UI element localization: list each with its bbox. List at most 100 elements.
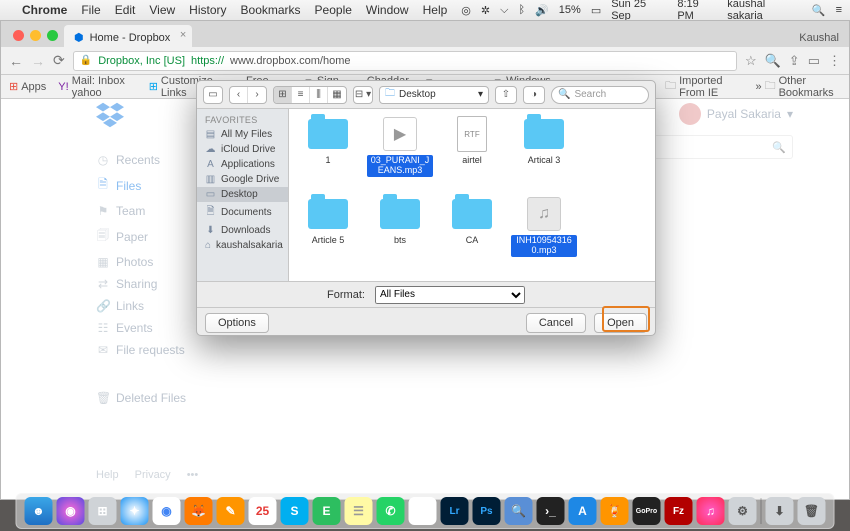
dock-evernote[interactable]: E [313, 497, 341, 525]
battery-icon[interactable]: ▭ [591, 4, 601, 17]
menubar-app[interactable]: Chrome [22, 3, 67, 17]
dock-photos[interactable]: ✿ [409, 497, 437, 525]
star-icon[interactable]: ☆ [745, 53, 757, 69]
back-button[interactable]: ← [9, 53, 23, 69]
apps-shortcut[interactable]: ⊞ Apps [9, 80, 46, 93]
reload-button[interactable]: ⟳ [53, 52, 65, 69]
favorite-google-drive[interactable]: ▥Google Drive [197, 172, 288, 187]
dock-launchpad[interactable]: ⊞ [89, 497, 117, 525]
favorite-desktop[interactable]: ▭Desktop [197, 187, 288, 202]
nav-back-forward[interactable]: ‹› [229, 86, 267, 104]
file-item[interactable]: ▶03_PURANI_JEANS.mp3 [365, 115, 435, 193]
chrome-profile[interactable]: Kaushal [789, 29, 849, 47]
status-icon[interactable]: ◎ [461, 4, 471, 17]
bookmarks-overflow[interactable]: » 🗀 Other Bookmarks [755, 75, 841, 99]
chrome-toolbar: ← → ⟳ 🔒 Dropbox, Inc [US] https://www.dr… [1, 47, 849, 75]
menu-help[interactable]: Help [423, 3, 448, 17]
dock-firefox[interactable]: 🦊 [185, 497, 213, 525]
favorite-all-my-files[interactable]: ▤All My Files [197, 127, 288, 142]
menu-file[interactable]: File [81, 3, 100, 17]
list-view-icon: ≡ [292, 87, 310, 103]
open-button[interactable]: Open [594, 313, 647, 333]
dock-pages[interactable]: ✎ [217, 497, 245, 525]
bookmark-item[interactable]: 🗀 Imported From IE [665, 75, 743, 99]
zoom-window-icon[interactable] [47, 30, 58, 41]
dock-siri[interactable]: ◉ [57, 497, 85, 525]
address-bar[interactable]: 🔒 Dropbox, Inc [US] https://www.dropbox.… [73, 51, 737, 71]
dock-trash[interactable]: 🗑 [798, 497, 826, 525]
format-select[interactable]: All Files [375, 286, 525, 304]
wifi-icon[interactable]: ⌵ [500, 4, 508, 17]
favorite-applications[interactable]: AApplications [197, 157, 288, 172]
dock-settings[interactable]: ⚙ [729, 497, 757, 525]
menu-view[interactable]: View [149, 3, 175, 17]
bluetooth-icon[interactable]: ᛒ [518, 4, 525, 16]
spotlight-icon[interactable]: 🔍 [812, 4, 826, 17]
dock-gopro[interactable]: GoPro [633, 497, 661, 525]
dock-photoshop[interactable]: Ps [473, 497, 501, 525]
share-button[interactable]: ⇧ [495, 86, 517, 104]
file-item[interactable]: Artical 3 [509, 115, 579, 193]
battery-percent[interactable]: 15% [559, 4, 581, 16]
file-item[interactable]: bts [365, 195, 435, 273]
menu-history[interactable]: History [189, 3, 226, 17]
favorite-icloud-drive[interactable]: ☁iCloud Drive [197, 142, 288, 157]
file-item[interactable]: RTFairtel [437, 115, 507, 193]
file-item[interactable]: CA [437, 195, 507, 273]
menubar-time[interactable]: 8:19 PM [677, 0, 717, 22]
close-window-icon[interactable] [13, 30, 24, 41]
menubar-date[interactable]: Sun 25 Sep [611, 0, 667, 22]
dock-terminal[interactable]: ›_ [537, 497, 565, 525]
menu-people[interactable]: People [315, 3, 352, 17]
options-button[interactable]: Options [205, 313, 269, 333]
tags-button[interactable]: ◑ [523, 86, 545, 104]
dock-skype[interactable]: S [281, 497, 309, 525]
favorite-downloads[interactable]: ⬇Downloads [197, 223, 288, 238]
file-item[interactable]: Article 5 [293, 195, 363, 273]
sidebar-toggle[interactable]: ▭ [203, 86, 223, 104]
dock-stickies[interactable]: ☰ [345, 497, 373, 525]
favorite-documents[interactable]: 🗎Documents [197, 202, 288, 223]
minimize-window-icon[interactable] [30, 30, 41, 41]
favorite-icon: A [205, 159, 216, 170]
read-icon[interactable]: ▭ [808, 53, 820, 69]
chrome-menu-icon[interactable]: ⋮ [828, 53, 841, 69]
file-item[interactable]: 1 [293, 115, 363, 193]
tab-close-icon[interactable]: × [180, 29, 186, 41]
dock-appstore[interactable]: A [569, 497, 597, 525]
arrange-menu[interactable]: ⊟ ▾ [353, 86, 373, 104]
window-controls[interactable] [7, 30, 64, 47]
browser-tab[interactable]: ⬢ Home - Dropbox × [64, 25, 192, 47]
file-grid[interactable]: 1▶03_PURANI_JEANS.mp3RTFairtelArtical 3 A… [289, 109, 655, 281]
zoom-icon[interactable]: 🔍 [765, 53, 781, 69]
dock-chrome[interactable]: ◉ [153, 497, 181, 525]
favorite-icon: ▤ [205, 129, 216, 140]
fan-icon[interactable]: ✲ [481, 4, 490, 17]
menu-window[interactable]: Window [366, 3, 409, 17]
view-mode-toggle[interactable]: ⊞≡⫼▦ [273, 86, 347, 104]
share-icon[interactable]: ⇪ [789, 53, 800, 69]
file-item[interactable]: ♫INH109543160.mp3 [509, 195, 579, 273]
dock-preview[interactable]: 🔍 [505, 497, 533, 525]
dock-whatsapp[interactable]: ✆ [377, 497, 405, 525]
dock-filezilla[interactable]: Fz [665, 497, 693, 525]
favorite-kaushalsakaria[interactable]: ⌂kaushalsakaria [197, 238, 288, 253]
menu-edit[interactable]: Edit [115, 3, 136, 17]
dock-lightroom[interactable]: Lr [441, 497, 469, 525]
dock-finder[interactable]: ☻ [25, 497, 53, 525]
dock-safari[interactable]: ✦ [121, 497, 149, 525]
menubar-user[interactable]: kaushal sakaria [727, 0, 802, 22]
cancel-button[interactable]: Cancel [526, 313, 586, 333]
dock-downloads[interactable]: ⬇ [766, 497, 794, 525]
notifications-icon[interactable]: ≡ [836, 4, 842, 16]
volume-icon[interactable]: 🔊 [535, 4, 549, 17]
location-popup[interactable]: 🗀Desktop▾ [379, 86, 489, 104]
dock-calendar[interactable]: 25 [249, 497, 277, 525]
bookmark-item[interactable]: Y! Mail: Inbox yahoo [58, 75, 136, 99]
dock-handbrake[interactable]: 🍹 [601, 497, 629, 525]
dock-itunes[interactable]: ♫ [697, 497, 725, 525]
document-icon: RTF [457, 116, 487, 152]
mac-dock[interactable]: ☻ ◉ ⊞ ✦ ◉ 🦊 ✎ 25 S E ☰ ✆ ✿ Lr Ps 🔍 ›_ A … [16, 493, 835, 529]
dialog-search[interactable]: 🔍 Search [551, 86, 649, 104]
menu-bookmarks[interactable]: Bookmarks [241, 3, 301, 17]
